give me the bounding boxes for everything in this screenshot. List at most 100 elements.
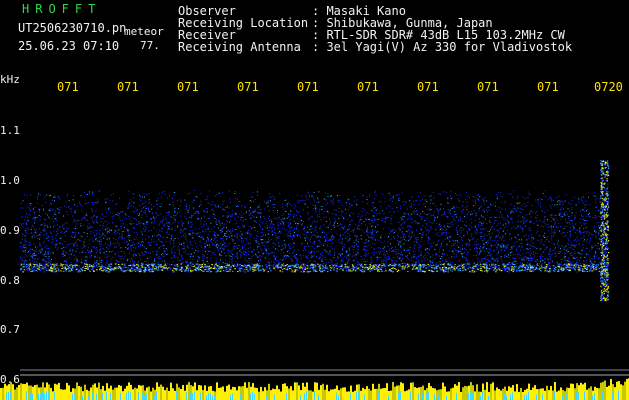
noise-pixel <box>415 258 417 259</box>
noise-pixel <box>305 256 307 258</box>
noise-pixel <box>542 260 544 261</box>
noise-pixel <box>479 268 481 269</box>
noise-pixel <box>207 237 209 239</box>
noise-pixel <box>571 199 573 201</box>
noise-pixel <box>323 224 325 226</box>
noise-pixel <box>221 229 223 231</box>
noise-pixel <box>187 246 188 248</box>
noise-pixel <box>361 229 363 231</box>
noise-pixel <box>179 242 181 244</box>
noise-pixel <box>252 191 254 193</box>
noise-pixel <box>514 242 516 244</box>
noise-pixel <box>76 267 78 269</box>
noise-pixel <box>130 250 132 252</box>
noise-pixel <box>133 253 135 255</box>
noise-pixel <box>588 212 590 214</box>
noise-pixel <box>510 203 512 205</box>
noise-pixel <box>131 239 133 241</box>
noise-pixel <box>543 221 545 223</box>
noise-pixel <box>253 227 255 228</box>
noise-pixel <box>366 196 368 198</box>
noise-pixel <box>28 251 29 253</box>
noise-pixel <box>76 245 78 247</box>
noise-pixel <box>84 245 86 247</box>
noise-pixel <box>509 249 511 250</box>
noise-pixel <box>510 218 512 220</box>
noise-pixel <box>416 209 417 211</box>
noise-pixel <box>269 196 271 198</box>
noise-pixel <box>83 244 85 245</box>
noise-pixel <box>166 236 168 238</box>
noise-pixel <box>445 258 446 260</box>
noise-pixel <box>189 262 190 264</box>
noise-pixel <box>339 256 341 258</box>
noise-pixel <box>163 190 165 192</box>
noise-pixel <box>489 217 491 219</box>
noise-pixel <box>584 256 586 258</box>
noise-pixel <box>145 201 147 203</box>
noise-pixel <box>239 235 241 237</box>
noise-pixel <box>56 243 58 245</box>
noise-pixel <box>224 210 226 212</box>
noise-pixel <box>517 254 519 256</box>
noise-pixel <box>353 255 355 257</box>
noise-pixel <box>131 244 133 246</box>
noise-pixel <box>560 219 562 220</box>
noise-pixel <box>410 230 412 232</box>
noise-pixel <box>591 248 593 250</box>
x-tick: 0720 <box>594 80 623 94</box>
noise-pixel <box>77 268 79 270</box>
noise-pixel <box>499 211 501 213</box>
noise-pixel <box>187 212 189 214</box>
noise-pixel <box>356 243 358 245</box>
noise-pixel <box>398 229 400 231</box>
noise-pixel <box>160 245 162 247</box>
noise-pixel <box>366 241 368 243</box>
noise-pixel <box>592 217 594 219</box>
noise-pixel <box>22 247 24 248</box>
noise-pixel <box>544 223 546 225</box>
noise-pixel <box>54 237 56 239</box>
noise-pixel <box>248 251 250 253</box>
noise-pixel <box>584 226 586 228</box>
noise-pixel <box>39 263 41 265</box>
noise-pixel <box>550 235 552 237</box>
noise-pixel <box>436 243 438 245</box>
noise-pixel <box>574 239 576 241</box>
noise-pixel <box>543 211 545 213</box>
noise-pixel <box>435 263 437 265</box>
noise-pixel <box>228 235 230 237</box>
noise-pixel <box>134 243 136 245</box>
noise-pixel <box>513 254 515 256</box>
noise-pixel <box>313 234 315 236</box>
noise-pixel <box>342 257 344 259</box>
noise-pixel <box>206 228 208 230</box>
noise-pixel <box>141 203 143 205</box>
noise-pixel <box>522 229 524 231</box>
noise-pixel <box>349 249 350 250</box>
noise-pixel <box>307 230 309 232</box>
noise-pixel <box>568 202 570 204</box>
noise-pixel <box>249 235 251 237</box>
noise-pixel <box>41 205 43 206</box>
noise-pixel <box>39 211 40 213</box>
noise-pixel <box>379 250 381 252</box>
noise-pixel <box>410 238 412 240</box>
noise-pixel <box>130 244 132 246</box>
noise-pixel <box>588 254 590 256</box>
noise-pixel <box>81 248 83 250</box>
noise-pixel <box>73 195 75 197</box>
noise-pixel <box>169 266 170 268</box>
noise-pixel <box>308 251 310 253</box>
noise-pixel <box>429 260 430 262</box>
noise-pixel <box>503 250 505 251</box>
noise-pixel <box>335 269 337 271</box>
noise-pixel <box>39 250 41 252</box>
noise-pixel <box>233 230 235 232</box>
noise-pixel <box>160 241 162 243</box>
noise-pixel <box>151 213 153 215</box>
noise-pixel <box>139 267 141 269</box>
noise-pixel <box>106 260 108 261</box>
noise-pixel <box>41 259 43 261</box>
noise-pixel <box>249 238 251 240</box>
